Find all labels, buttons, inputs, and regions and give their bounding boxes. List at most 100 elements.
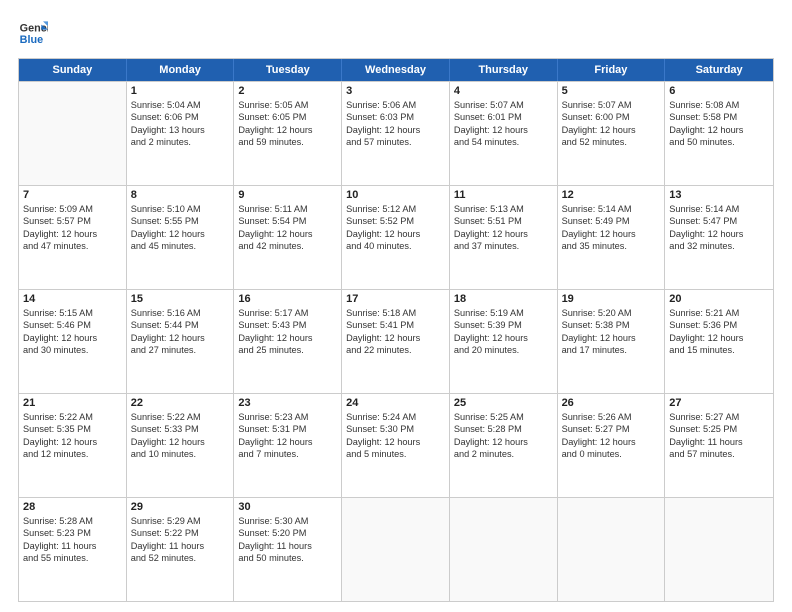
day-number: 24 [346, 397, 445, 409]
day-cell-22: 22Sunrise: 5:22 AMSunset: 5:33 PMDayligh… [127, 394, 235, 497]
cell-info-line: Sunrise: 5:13 AM [454, 203, 553, 215]
cell-info-line: and 32 minutes. [669, 240, 769, 252]
cell-info-line: Sunset: 5:51 PM [454, 215, 553, 227]
cell-info-line: and 47 minutes. [23, 240, 122, 252]
day-cell-7: 7Sunrise: 5:09 AMSunset: 5:57 PMDaylight… [19, 186, 127, 289]
day-number: 21 [23, 397, 122, 409]
weekday-header-sunday: Sunday [19, 59, 127, 81]
cell-info-line: Daylight: 12 hours [23, 436, 122, 448]
cell-info-line: Daylight: 12 hours [454, 228, 553, 240]
cell-info-line: Sunrise: 5:07 AM [562, 99, 661, 111]
day-cell-25: 25Sunrise: 5:25 AMSunset: 5:28 PMDayligh… [450, 394, 558, 497]
cell-info-line: Sunrise: 5:12 AM [346, 203, 445, 215]
cell-info-line: Daylight: 12 hours [669, 332, 769, 344]
cell-info-line: Daylight: 12 hours [346, 228, 445, 240]
cell-info-line: Sunrise: 5:22 AM [23, 411, 122, 423]
cell-info-line: Sunset: 5:20 PM [238, 527, 337, 539]
cell-info-line: Sunrise: 5:16 AM [131, 307, 230, 319]
day-cell-1: 1Sunrise: 5:04 AMSunset: 6:06 PMDaylight… [127, 82, 235, 185]
day-cell-18: 18Sunrise: 5:19 AMSunset: 5:39 PMDayligh… [450, 290, 558, 393]
empty-cell [665, 498, 773, 601]
cell-info-line: Sunset: 5:38 PM [562, 319, 661, 331]
cell-info-line: and 25 minutes. [238, 344, 337, 356]
cell-info-line: Sunrise: 5:05 AM [238, 99, 337, 111]
cell-info-line: Sunrise: 5:10 AM [131, 203, 230, 215]
cell-info-line: and 35 minutes. [562, 240, 661, 252]
weekday-header-wednesday: Wednesday [342, 59, 450, 81]
day-cell-5: 5Sunrise: 5:07 AMSunset: 6:00 PMDaylight… [558, 82, 666, 185]
cell-info-line: Sunrise: 5:29 AM [131, 515, 230, 527]
cell-info-line: Sunrise: 5:20 AM [562, 307, 661, 319]
cell-info-line: Sunrise: 5:27 AM [669, 411, 769, 423]
cell-info-line: and 52 minutes. [562, 136, 661, 148]
cell-info-line: Daylight: 12 hours [562, 228, 661, 240]
day-cell-12: 12Sunrise: 5:14 AMSunset: 5:49 PMDayligh… [558, 186, 666, 289]
day-number: 23 [238, 397, 337, 409]
cell-info-line: and 40 minutes. [346, 240, 445, 252]
cell-info-line: Daylight: 12 hours [454, 124, 553, 136]
day-number: 9 [238, 189, 337, 201]
cell-info-line: and 5 minutes. [346, 448, 445, 460]
cell-info-line: Daylight: 12 hours [23, 332, 122, 344]
day-number: 26 [562, 397, 661, 409]
day-number: 22 [131, 397, 230, 409]
cell-info-line: Sunrise: 5:24 AM [346, 411, 445, 423]
day-cell-24: 24Sunrise: 5:24 AMSunset: 5:30 PMDayligh… [342, 394, 450, 497]
cell-info-line: Sunrise: 5:18 AM [346, 307, 445, 319]
empty-cell [342, 498, 450, 601]
calendar-row-2: 7Sunrise: 5:09 AMSunset: 5:57 PMDaylight… [19, 185, 773, 289]
weekday-header-monday: Monday [127, 59, 235, 81]
weekday-header-saturday: Saturday [665, 59, 773, 81]
day-number: 25 [454, 397, 553, 409]
cell-info-line: Sunrise: 5:30 AM [238, 515, 337, 527]
cell-info-line: and 12 minutes. [23, 448, 122, 460]
cell-info-line: Sunset: 5:39 PM [454, 319, 553, 331]
cell-info-line: Sunset: 6:03 PM [346, 111, 445, 123]
day-cell-23: 23Sunrise: 5:23 AMSunset: 5:31 PMDayligh… [234, 394, 342, 497]
cell-info-line: Sunrise: 5:28 AM [23, 515, 122, 527]
cell-info-line: Daylight: 12 hours [346, 332, 445, 344]
cell-info-line: Sunset: 5:25 PM [669, 423, 769, 435]
calendar-body: 1Sunrise: 5:04 AMSunset: 6:06 PMDaylight… [19, 81, 773, 601]
cell-info-line: Sunset: 5:23 PM [23, 527, 122, 539]
cell-info-line: Sunset: 5:30 PM [346, 423, 445, 435]
weekday-header-tuesday: Tuesday [234, 59, 342, 81]
calendar-row-1: 1Sunrise: 5:04 AMSunset: 6:06 PMDaylight… [19, 81, 773, 185]
day-number: 11 [454, 189, 553, 201]
day-cell-16: 16Sunrise: 5:17 AMSunset: 5:43 PMDayligh… [234, 290, 342, 393]
cell-info-line: Sunset: 5:57 PM [23, 215, 122, 227]
day-number: 28 [23, 501, 122, 513]
day-cell-11: 11 Sunrise: 5:13 AMSunset: 5:51 PMDayligh… [450, 186, 558, 289]
cell-info-line: Sunset: 5:33 PM [131, 423, 230, 435]
cell-info-line: Sunset: 5:46 PM [23, 319, 122, 331]
cell-info-line: Sunset: 5:35 PM [23, 423, 122, 435]
cell-info-line: Sunset: 5:27 PM [562, 423, 661, 435]
cell-info-line: Sunrise: 5:06 AM [346, 99, 445, 111]
cell-info-line: and 57 minutes. [669, 448, 769, 460]
day-number: 17 [346, 293, 445, 305]
calendar-row-4: 21Sunrise: 5:22 AMSunset: 5:35 PMDayligh… [19, 393, 773, 497]
cell-info-line: Sunrise: 5:08 AM [669, 99, 769, 111]
logo: General Blue [18, 18, 48, 48]
day-number: 20 [669, 293, 769, 305]
cell-info-line: Daylight: 12 hours [669, 124, 769, 136]
cell-info-line: Sunset: 6:06 PM [131, 111, 230, 123]
day-cell-3: 3Sunrise: 5:06 AMSunset: 6:03 PMDaylight… [342, 82, 450, 185]
cell-info-line: Sunset: 5:41 PM [346, 319, 445, 331]
day-cell-8: 8Sunrise: 5:10 AMSunset: 5:55 PMDaylight… [127, 186, 235, 289]
day-number: 4 [454, 85, 553, 97]
cell-info-line: Sunrise: 5:14 AM [669, 203, 769, 215]
day-cell-4: 4Sunrise: 5:07 AMSunset: 6:01 PMDaylight… [450, 82, 558, 185]
cell-info-line: and 42 minutes. [238, 240, 337, 252]
cell-info-line: Sunset: 5:47 PM [669, 215, 769, 227]
cell-info-line: Daylight: 12 hours [23, 228, 122, 240]
cell-info-line: and 20 minutes. [454, 344, 553, 356]
day-number: 10 [346, 189, 445, 201]
cell-info-line: Sunset: 5:36 PM [669, 319, 769, 331]
day-cell-20: 20Sunrise: 5:21 AMSunset: 5:36 PMDayligh… [665, 290, 773, 393]
cell-info-line: Sunrise: 5:22 AM [131, 411, 230, 423]
cell-info-line: Sunset: 5:54 PM [238, 215, 337, 227]
day-number: 8 [131, 189, 230, 201]
empty-cell [450, 498, 558, 601]
day-cell-29: 29Sunrise: 5:29 AMSunset: 5:22 PMDayligh… [127, 498, 235, 601]
